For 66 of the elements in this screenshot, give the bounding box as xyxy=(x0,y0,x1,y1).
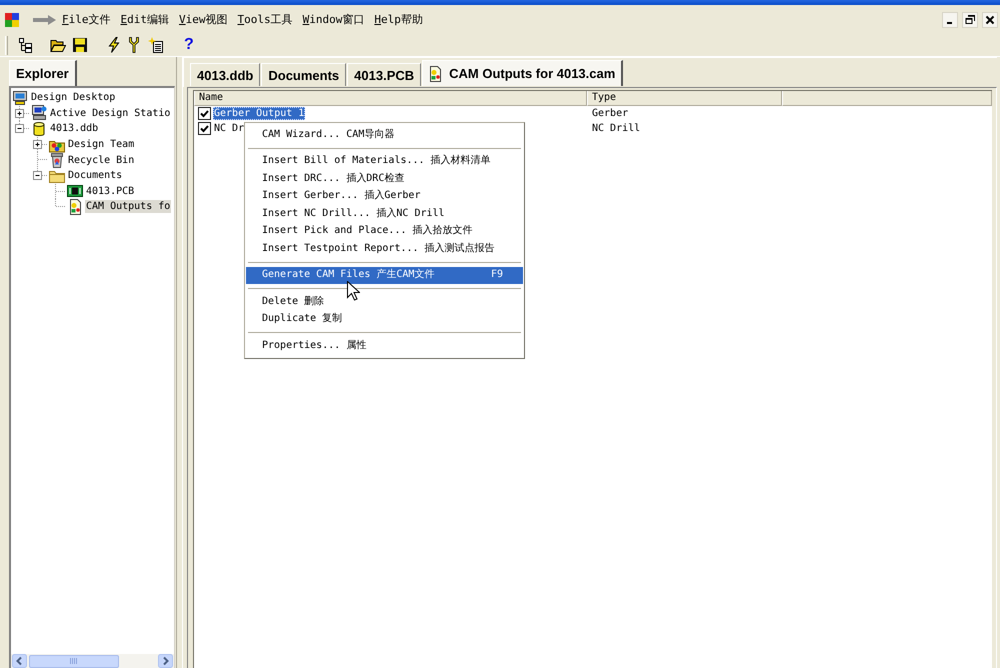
horizontal-scrollbar[interactable] xyxy=(11,654,174,668)
menu-item[interactable]: Generate CAM Files 产生CAM文件 F9 xyxy=(246,266,523,284)
collapse-icon[interactable] xyxy=(15,124,24,134)
help-button[interactable]: ? xyxy=(184,36,194,54)
menu-item[interactable]: CAM Wizard... CAM导向器 xyxy=(246,126,523,144)
tree-item[interactable]: Design Desktop xyxy=(30,91,116,104)
grip-icon xyxy=(70,658,78,664)
column-header[interactable]: Name xyxy=(194,91,587,106)
menu-bar-item[interactable]: Tools工具 xyxy=(232,12,298,28)
table-cell-text: NC Drill xyxy=(591,122,642,135)
tab[interactable]: 4013.PCB xyxy=(347,63,422,86)
monitor-icon xyxy=(12,90,28,106)
collapse-icon[interactable] xyxy=(33,170,42,180)
app-icon[interactable] xyxy=(4,12,20,28)
menu-bar-item[interactable]: View视图 xyxy=(174,12,232,28)
new-document-icon[interactable] xyxy=(148,37,164,53)
tab[interactable]: Documents xyxy=(261,63,346,86)
restore-icon[interactable] xyxy=(962,12,978,28)
checkbox[interactable] xyxy=(198,107,211,120)
recycle-bin-icon xyxy=(49,152,65,168)
document-icon xyxy=(427,66,444,82)
fork-icon[interactable] xyxy=(128,37,140,53)
column-header[interactable]: Type xyxy=(587,91,782,106)
document-icon xyxy=(67,198,83,215)
list-item[interactable]: Gerber Output 1 xyxy=(213,107,306,120)
expand-icon[interactable] xyxy=(15,108,24,118)
menu-item[interactable]: Properties... 属性 xyxy=(246,337,523,354)
save-icon[interactable] xyxy=(72,37,88,53)
tree-item[interactable]: CAM Outputs fo xyxy=(85,200,172,214)
arrow-icon[interactable] xyxy=(32,14,57,24)
menu-item[interactable]: Delete 删除 xyxy=(246,293,523,310)
circuit-board-icon xyxy=(67,183,83,200)
tree-item[interactable]: Documents xyxy=(67,169,124,182)
menu-item[interactable]: Insert Gerber... 插入Gerber xyxy=(246,188,523,205)
menu-bar-item[interactable]: Window窗口 xyxy=(298,12,370,28)
close-icon[interactable] xyxy=(982,12,998,28)
menu-item[interactable]: Duplicate 复制 xyxy=(246,310,523,328)
tree-item[interactable]: Active Design Statio xyxy=(49,106,172,120)
computer-icon xyxy=(31,105,47,122)
tree-item[interactable]: Recycle Bin xyxy=(67,154,136,167)
scroll-right-icon[interactable] xyxy=(158,654,173,668)
tab[interactable]: Explorer xyxy=(9,60,77,86)
tree-item[interactable]: 4013.ddb xyxy=(49,122,100,136)
tab[interactable]: 4013.ddb xyxy=(190,63,260,86)
checkbox[interactable] xyxy=(198,122,211,135)
menu-item[interactable]: Insert Pick and Place... 插入拾放文件 xyxy=(246,222,523,240)
menu-bar-item[interactable]: File文件 xyxy=(57,12,116,28)
list-item[interactable]: NC Dr xyxy=(213,122,246,135)
tree-item[interactable]: Design Team xyxy=(67,138,136,152)
menu-item[interactable]: Insert NC Drill... 插入NC Drill xyxy=(246,205,523,222)
minimize-icon[interactable] xyxy=(942,12,958,28)
scrollbar-thumb[interactable] xyxy=(29,654,119,668)
menu-item[interactable]: Insert Bill of Materials... 插入材料清单 xyxy=(246,152,523,170)
menu-item[interactable]: Insert DRC... 插入DRC检查 xyxy=(246,170,523,188)
menu-bar-item[interactable]: Help帮助 xyxy=(369,12,428,28)
database-icon xyxy=(31,120,47,137)
menu-item[interactable]: Insert Testpoint Report... 插入测试点报告 xyxy=(246,240,523,258)
tree-item[interactable]: 4013.PCB xyxy=(85,184,136,198)
tab[interactable]: CAM Outputs for 4013.cam xyxy=(422,60,624,86)
open-folder-icon[interactable] xyxy=(50,37,66,53)
scroll-left-icon[interactable] xyxy=(12,654,27,668)
hierarchy-icon[interactable] xyxy=(18,37,34,53)
lightning-icon[interactable] xyxy=(108,37,120,53)
table-cell-text: Gerber xyxy=(591,107,630,120)
expand-icon[interactable] xyxy=(33,140,42,149)
menu-bar-item[interactable]: Edit编辑 xyxy=(116,12,174,28)
